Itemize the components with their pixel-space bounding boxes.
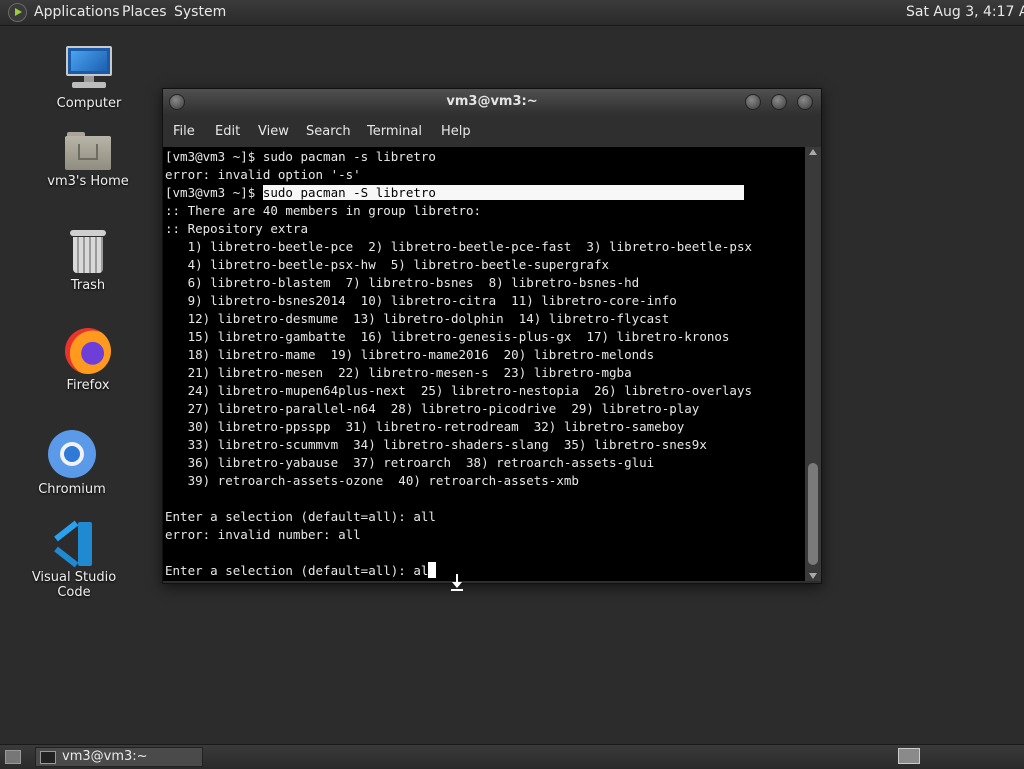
terminal-line: 1) libretro-beetle-pce 2) libretro-beetl… [165,239,752,254]
menu-applications[interactable]: Applications [34,4,120,20]
scroll-down-icon[interactable] [809,573,817,579]
desktop-icon-label: Computer [56,96,122,111]
scroll-up-icon[interactable] [809,149,817,155]
workspace-switcher-icon[interactable] [898,748,920,764]
menu-system[interactable]: System [174,4,226,20]
window-titlebar[interactable]: vm3@vm3:~ [163,89,821,115]
terminal-input-line[interactable]: Enter a selection (default=all): al [165,562,437,580]
desktop-icon-label: Chromium [38,482,106,497]
taskbar-window-label: vm3@vm3:~ [62,749,148,764]
terminal-line: Enter a selection (default=all): all [165,509,436,524]
menubar: File Edit View Search Terminal Help [163,115,821,147]
chromium-icon [48,430,96,478]
text-cursor [428,562,437,578]
vscode-icon [52,520,96,568]
firefox-icon [65,328,111,374]
terminal-line: 15) libretro-gambatte 16) libretro-genes… [165,329,730,344]
desktop-icon-vscode[interactable]: Visual Studio Code [14,520,134,600]
terminal-scrollbar[interactable] [805,147,821,581]
terminal-window[interactable]: vm3@vm3:~ File Edit View Search Terminal… [162,88,822,584]
close-icon[interactable] [797,94,813,110]
terminal-line: 21) libretro-mesen 22) libretro-mesen-s … [165,365,632,380]
minimize-icon[interactable] [745,94,761,110]
clock[interactable]: Sat Aug 3, 4:17 AM [906,4,1024,20]
scroll-thumb[interactable] [808,463,818,565]
terminal-line: [vm3@vm3 ~]$ sudo pacman -s libretro [165,149,436,164]
taskbar-window-button[interactable]: vm3@vm3:~ [35,747,203,767]
menu-file[interactable]: File [173,124,195,139]
current-input: Enter a selection (default=all): al [165,563,429,578]
trash-icon [70,230,106,274]
desktop-icon-label: Trash [70,278,106,293]
window-title: vm3@vm3:~ [446,94,538,109]
selected-command: sudo pacman -S libretro [262,185,745,200]
terminal-line: 36) libretro-yabause 37) retroarch 38) r… [165,455,655,470]
terminal-line: 30) libretro-ppsspp 31) libretro-retrodr… [165,419,685,434]
terminal-line: 39) retroarch-assets-ozone 40) retroarch… [165,473,579,488]
bottom-panel: vm3@vm3:~ [0,744,1024,769]
computer-icon [64,46,114,92]
terminal-line: error: invalid option '-s' [165,167,361,182]
home-folder-icon [65,130,111,170]
show-desktop-icon[interactable] [5,750,21,764]
menu-search[interactable]: Search [306,124,351,139]
terminal-line: 6) libretro-blastem 7) libretro-bsnes 8)… [165,275,640,290]
terminal-line: error: invalid number: all [165,527,361,542]
menu-terminal[interactable]: Terminal [367,124,422,139]
terminal-line: 33) libretro-scummvm 34) libretro-shader… [165,437,707,452]
desktop-icon-label: Visual Studio Code [31,570,117,600]
desktop-icon-chromium[interactable]: Chromium [17,430,127,497]
desktop-icon-label: vm3's Home [47,174,129,189]
terminal-output[interactable]: [vm3@vm3 ~]$ sudo pacman -s libretro err… [163,147,805,581]
desktop-icon-label: Firefox [66,378,110,393]
window-menu-icon[interactable] [169,94,185,110]
desktop-icon-trash[interactable]: Trash [33,230,143,293]
top-panel: Applications Places System Sat Aug 3, 4:… [0,0,1024,26]
terminal-line: 9) libretro-bsnes2014 10) libretro-citra… [165,293,677,308]
menu-help[interactable]: Help [441,124,471,139]
menu-edit[interactable]: Edit [215,124,240,139]
maximize-icon[interactable] [771,94,787,110]
terminal-line: 4) libretro-beetle-psx-hw 5) libretro-be… [165,257,610,272]
distro-logo-icon[interactable] [8,3,27,22]
terminal-line: 18) libretro-mame 19) libretro-mame2016 … [165,347,655,362]
terminal-line: 12) libretro-desmume 13) libretro-dolphi… [165,311,670,326]
terminal-line: :: There are 40 members in group libretr… [165,203,482,218]
desktop-icon-firefox[interactable]: Firefox [33,328,143,393]
terminal-line: 27) libretro-parallel-n64 28) libretro-p… [165,401,700,416]
desktop-icon-computer[interactable]: Computer [34,46,144,111]
terminal-line: :: Repository extra [165,221,308,236]
menu-places[interactable]: Places [122,4,167,20]
terminal-line: [vm3@vm3 ~]$ sudo pacman -S libretro [165,184,745,202]
mouse-pointer-icon [450,574,464,592]
terminal-icon [40,751,56,764]
menu-view[interactable]: View [258,124,289,139]
desktop-icon-home[interactable]: vm3's Home [33,130,143,189]
prompt: [vm3@vm3 ~]$ [165,185,263,200]
terminal-line: 24) libretro-mupen64plus-next 25) libret… [165,383,752,398]
